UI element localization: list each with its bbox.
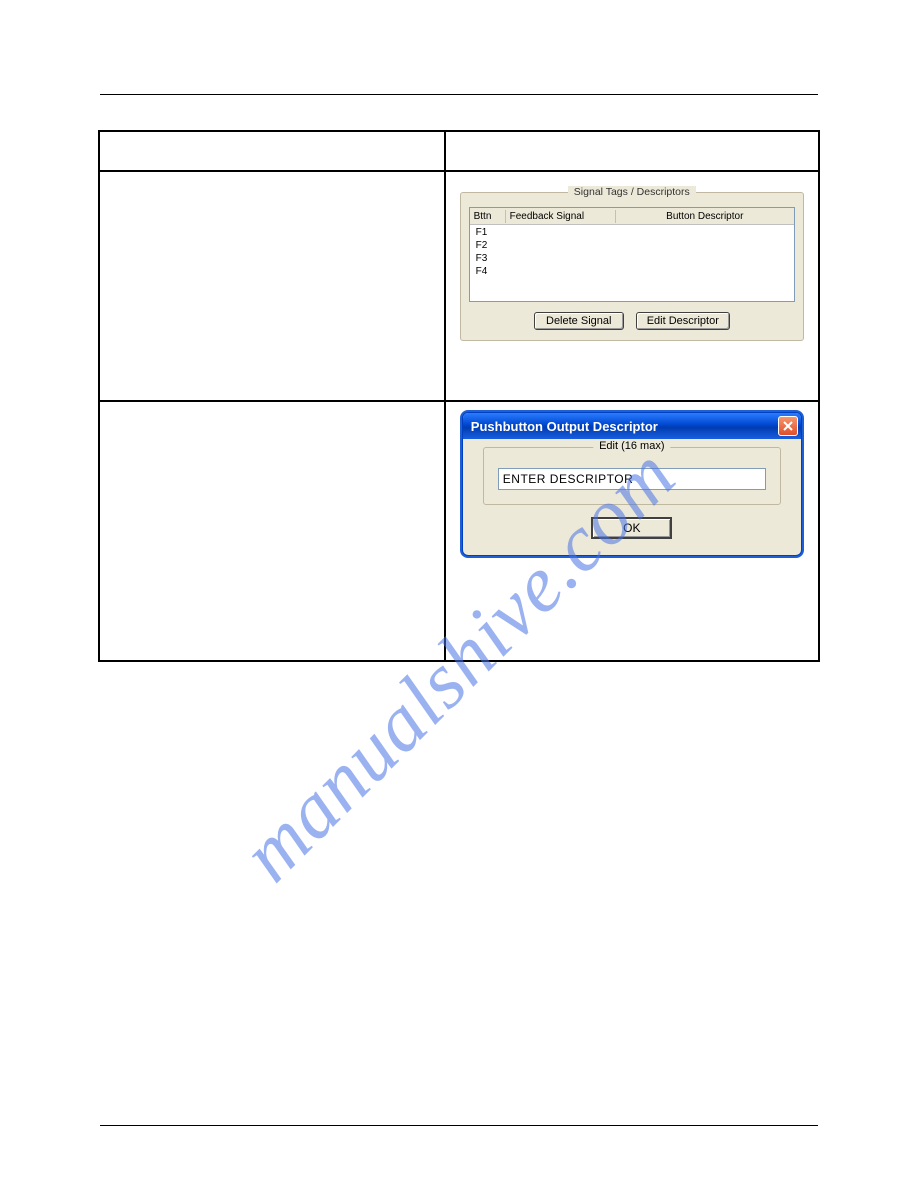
- column-bttn[interactable]: Bttn: [470, 210, 506, 223]
- groupbox-buttons: Delete Signal Edit Descriptor: [469, 312, 795, 330]
- content-table: Signal Tags / Descriptors Bttn Feedback …: [98, 130, 820, 662]
- signal-tags-groupbox: Signal Tags / Descriptors Bttn Feedback …: [460, 192, 804, 341]
- dialog-title: Pushbutton Output Descriptor: [471, 419, 658, 434]
- pushbutton-output-dialog: Pushbutton Output Descriptor Edit (16 ma…: [462, 412, 802, 556]
- table-cell: [99, 401, 445, 661]
- dialog-titlebar[interactable]: Pushbutton Output Descriptor: [463, 413, 801, 439]
- listview-header: Bttn Feedback Signal Button Descriptor: [470, 208, 794, 225]
- edit-descriptor-button[interactable]: Edit Descriptor: [636, 312, 730, 330]
- delete-signal-button[interactable]: Delete Signal: [534, 312, 624, 330]
- table-row: Signal Tags / Descriptors Bttn Feedback …: [99, 171, 819, 401]
- page: Signal Tags / Descriptors Bttn Feedback …: [0, 0, 918, 1188]
- table-cell: [99, 171, 445, 401]
- groupbox-title: Signal Tags / Descriptors: [568, 186, 696, 198]
- dialog-body: Edit (16 max) OK: [463, 439, 801, 539]
- divider-top: [100, 94, 818, 95]
- listview-body: F1 F2 F3 F4: [470, 225, 794, 279]
- list-item[interactable]: F3: [470, 252, 794, 265]
- table-row: [99, 131, 819, 171]
- table-cell: [445, 131, 819, 171]
- table-row: Pushbutton Output Descriptor Edit (16 ma…: [99, 401, 819, 661]
- descriptor-input[interactable]: [498, 468, 766, 490]
- edit-groupbox: Edit (16 max): [483, 447, 781, 505]
- ok-button[interactable]: OK: [591, 517, 672, 539]
- divider-bottom: [100, 1125, 818, 1126]
- list-item[interactable]: F4: [470, 265, 794, 278]
- column-button-descriptor[interactable]: Button Descriptor: [616, 210, 794, 223]
- list-item[interactable]: F1: [470, 226, 794, 239]
- dialog-footer: OK: [483, 517, 781, 539]
- table-cell: Signal Tags / Descriptors Bttn Feedback …: [445, 171, 819, 401]
- signal-listview[interactable]: Bttn Feedback Signal Button Descriptor F…: [469, 207, 795, 302]
- close-icon[interactable]: [778, 416, 798, 436]
- edit-group-title: Edit (16 max): [593, 440, 670, 452]
- table-cell: [99, 131, 445, 171]
- column-feedback-signal[interactable]: Feedback Signal: [506, 210, 616, 223]
- list-item[interactable]: F2: [470, 239, 794, 252]
- table-cell: Pushbutton Output Descriptor Edit (16 ma…: [445, 401, 819, 661]
